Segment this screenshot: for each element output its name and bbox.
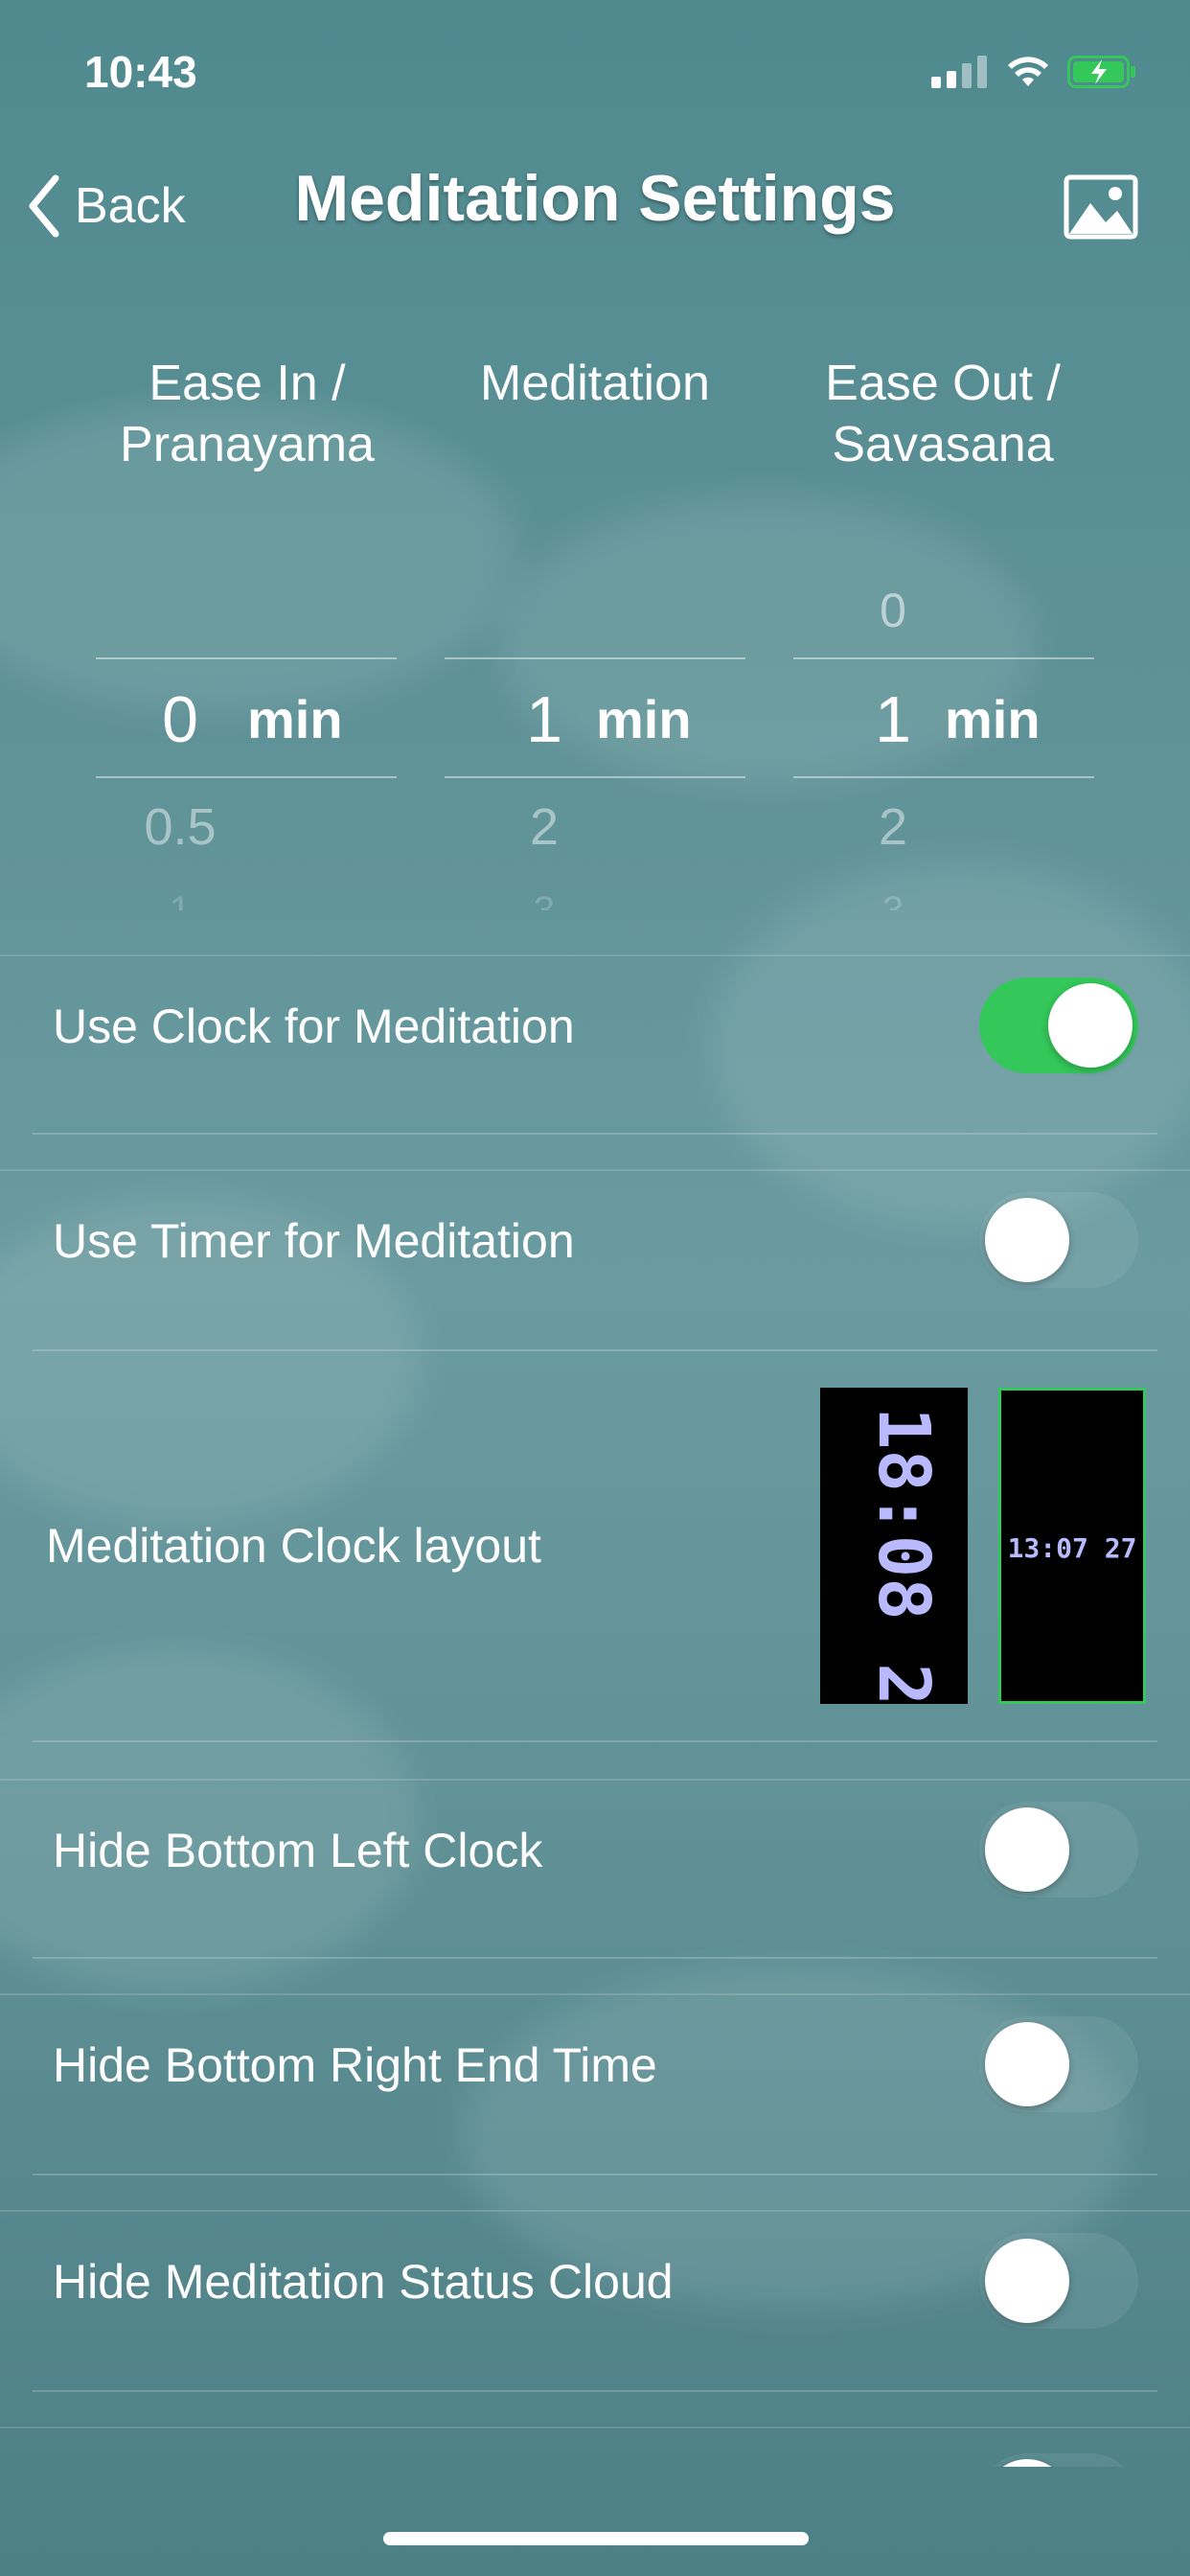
hide-status-cloud-row: Hide Meditation Status Cloud [0, 2214, 1190, 2386]
hide-bottom-left-clock-toggle[interactable] [979, 1802, 1138, 1898]
hide-status-cloud-toggle[interactable] [979, 2233, 1138, 2329]
row-divider [33, 1957, 1157, 1959]
picker-header-line: Meditation [480, 356, 710, 411]
wifi-icon [1008, 57, 1048, 86]
hide-bottom-right-end-time-row: Hide Bottom Right End Time [0, 1997, 1190, 2170]
picker-line [96, 657, 397, 659]
hide-bottom-left-clock-label: Hide Bottom Left Clock [53, 1824, 543, 1877]
picker-header-line: Ease In / [149, 356, 346, 411]
battery-charging-icon [1067, 56, 1135, 88]
row-divider [33, 1349, 1157, 1351]
picker-line [96, 776, 397, 778]
toggle-knob [985, 1198, 1069, 1282]
status-bar: 10:43 [0, 0, 1190, 144]
section-divider [0, 2426, 1190, 2428]
toggle-knob [985, 2459, 1069, 2467]
section-divider [0, 2210, 1190, 2212]
clock-layout-label: Meditation Clock layout [46, 1519, 541, 1573]
use-clock-row: Use Clock for Meditation [0, 958, 1190, 1131]
picker-ease-out-selected[interactable]: 1 [835, 682, 950, 757]
picker-option[interactable]: 2 [835, 797, 950, 857]
clock-layout-vertical-option[interactable]: 18:08 27 [820, 1388, 968, 1748]
use-timer-toggle[interactable] [979, 1192, 1138, 1288]
toggle-knob [985, 2022, 1069, 2106]
picker-option[interactable]: 3 [487, 889, 602, 910]
picker-header-line: Ease Out / [825, 356, 1061, 411]
picker-unit: min [247, 689, 343, 749]
toggle-knob [985, 2239, 1069, 2323]
picker-option[interactable]: 1 [123, 889, 238, 910]
use-clock-toggle[interactable] [979, 978, 1138, 1073]
status-time: 10:43 [84, 47, 197, 97]
picker-header-line: Pranayama [120, 417, 375, 472]
section-divider [0, 1993, 1190, 1995]
picker-ease-in-selected[interactable]: 0 [123, 682, 238, 757]
picker-line [793, 657, 1094, 659]
row-divider [33, 2390, 1157, 2392]
picker-option[interactable]: 0 [835, 583, 950, 638]
signal-icon [931, 56, 989, 88]
row-divider [33, 1133, 1157, 1135]
picker-option[interactable]: 0.5 [123, 797, 238, 857]
page-title: Meditation Settings [294, 162, 896, 235]
picker-header-ease-out: Ease Out / Savasana [770, 353, 1115, 475]
picker-unit: min [596, 689, 692, 749]
hide-bottom-right-end-time-label: Hide Bottom Right End Time [53, 2038, 657, 2092]
use-timer-label: Use Timer for Meditation [53, 1214, 575, 1268]
section-divider [0, 954, 1190, 956]
vertical-clock-digits: 18:08 27 [862, 1407, 945, 1704]
use-timer-row: Use Timer for Meditation [0, 1173, 1190, 1346]
toggle-knob [1048, 983, 1133, 1068]
hide-bottom-left-clock-row: Hide Bottom Left Clock [0, 1782, 1190, 1955]
picker-option[interactable]: 3 [835, 889, 950, 910]
toggle-knob [985, 1807, 1069, 1892]
horizontal-clock-preview: 13:07 27 [1008, 1532, 1137, 1564]
picker-meditation-selected[interactable]: 1 [487, 682, 602, 757]
hide-bottom-right-end-time-toggle[interactable] [979, 2016, 1138, 2112]
picker-header-line: Savasana [832, 417, 1054, 472]
clock-layout-row: Meditation Clock layout 18:08 27 13:07 2… [0, 1353, 1190, 1748]
row-divider [33, 1740, 1157, 1742]
navigation-bar: Back Meditation Settings [0, 153, 1190, 259]
picker-header-meditation: Meditation [423, 353, 767, 414]
horizontal-clock-digits: 13:07 27 [1008, 1532, 1137, 1564]
section-divider [0, 1169, 1190, 1171]
image-icon[interactable] [1064, 174, 1138, 240]
section-divider [0, 1779, 1190, 1781]
picker-line [445, 776, 745, 778]
picker-header-ease-in: Ease In / Pranayama [75, 353, 420, 475]
picker-line [793, 776, 1094, 778]
vertical-clock-preview: 18:08 27 [862, 1407, 945, 1748]
home-indicator[interactable] [383, 2532, 809, 2545]
picker-option[interactable]: 2 [487, 797, 602, 857]
row-divider [33, 2174, 1157, 2175]
picker-line [445, 657, 745, 659]
picker-unit: min [945, 689, 1041, 749]
next-setting-toggle[interactable] [979, 2453, 1138, 2467]
use-clock-label: Use Clock for Meditation [53, 1000, 575, 1053]
clock-layout-horizontal-option[interactable]: 13:07 27 [998, 1388, 1146, 1704]
hide-status-cloud-label: Hide Meditation Status Cloud [53, 2255, 674, 2309]
